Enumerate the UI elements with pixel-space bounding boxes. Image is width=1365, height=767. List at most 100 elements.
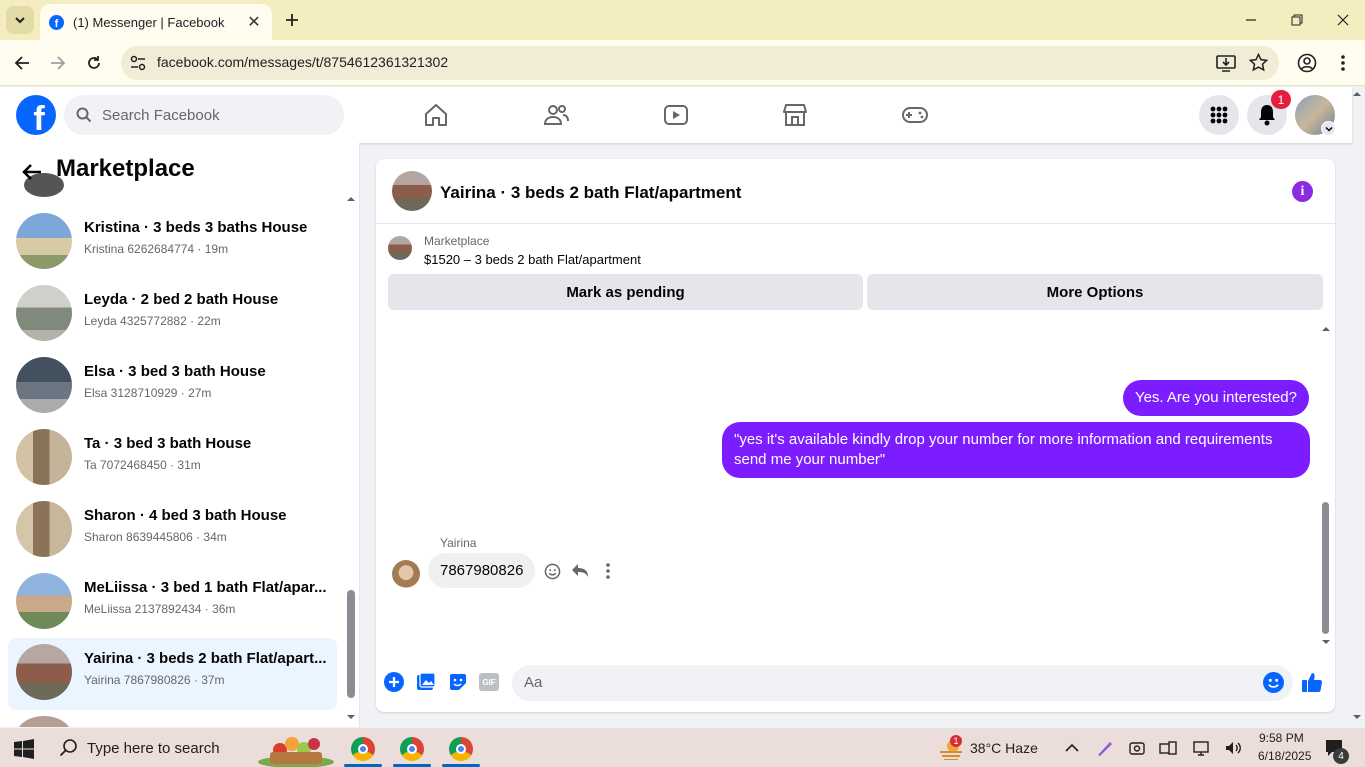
reload-button[interactable] [79,48,109,78]
facebook-logo[interactable]: f [16,95,56,135]
browser-tab[interactable]: f (1) Messenger | Facebook ✕ [40,4,272,40]
marketplace-nav-button[interactable] [775,99,815,131]
outgoing-message[interactable]: Yes. Are you interested? [1122,380,1309,416]
search-highlight-image[interactable] [256,732,336,767]
close-icon [1337,14,1349,26]
conversation-subtitle: MeLiissa 2137892434 · 36m [84,602,236,616]
browser-menu-icon[interactable] [1340,53,1346,73]
conversation-item[interactable]: Sharon · 4 bed 3 bath House Sharon 86394… [8,495,337,567]
photo-button[interactable] [415,671,437,693]
clock-time[interactable]: 9:58 PM [1259,731,1304,745]
taskbar-chrome-app[interactable] [346,732,380,766]
back-button[interactable] [18,158,46,186]
sidebar-scrollbar[interactable] [347,590,355,698]
taskbar-chrome-app[interactable] [395,732,429,766]
mark-as-pending-button[interactable]: Mark as pending [388,274,863,310]
pen-icon[interactable] [1096,739,1114,757]
device-icon[interactable] [1159,739,1177,757]
conversation-item[interactable]: Leyda · 2 bed 2 bath House Leyda 4325772… [8,279,337,351]
page-scroll-down-icon[interactable] [1352,713,1362,721]
clock-date[interactable]: 6/18/2025 [1258,749,1311,763]
more-options-button[interactable]: More Options [867,274,1323,310]
url-text[interactable]: facebook.com/messages/t/8754612361321302 [157,54,448,70]
notifications-badge: 1 [1271,90,1291,109]
close-window-button[interactable] [1320,4,1365,36]
taskbar-search-input[interactable]: Type here to search [87,740,220,757]
facebook-search-input[interactable]: Search Facebook [64,95,344,135]
conversation-item[interactable]: Kristina · 3 beds 3 baths House Kristina… [8,207,337,279]
sidebar-scroll-up-icon[interactable] [346,195,356,203]
more-actions-icon[interactable] [598,561,618,581]
chevron-down-icon [15,17,25,24]
listing-thumbnail [16,573,72,629]
marketplace-icon [783,104,807,126]
profile-icon[interactable] [1297,53,1317,73]
sticker-button[interactable] [447,671,469,693]
watch-nav-button[interactable] [656,99,696,131]
friends-icon [543,105,569,125]
sticker-icon [450,674,466,690]
windows-start-button[interactable] [14,739,34,759]
conversation-title: Elsa · 3 bed 3 bath House [84,363,266,380]
conversation-subtitle: Kristina 6262684774 · 19m [84,242,229,256]
arrow-left-icon [22,164,41,180]
chat-header-avatar[interactable] [392,171,432,211]
tab-close-icon[interactable]: ✕ [244,12,264,32]
incoming-message[interactable]: 7867980826 [428,553,536,588]
taskbar-chrome-app[interactable] [444,732,478,766]
tab-search-dropdown-button[interactable] [6,6,34,34]
menu-button[interactable] [1199,95,1239,135]
home-icon [425,104,447,126]
facebook-favicon-icon: f [49,14,64,30]
conversation-item-active[interactable]: Yairina · 3 beds 2 bath Flat/apart... Ya… [8,638,337,710]
messages-scrollbar[interactable] [1322,502,1329,634]
minimize-window-button[interactable] [1228,4,1274,36]
conversation-item[interactable]: Elsa · 3 bed 3 bath House Elsa 312871092… [8,351,337,423]
gaming-nav-button[interactable] [895,99,935,131]
restore-window-button[interactable] [1274,4,1320,36]
bookmark-star-icon[interactable] [1249,53,1268,72]
forward-button[interactable] [43,48,73,78]
network-icon[interactable] [1192,739,1210,757]
show-hidden-icons-chevron-icon[interactable] [1064,740,1080,756]
search-placeholder: Search Facebook [102,106,220,124]
tab-title: (1) Messenger | Facebook [73,14,225,30]
taskbar-search-icon[interactable] [59,738,79,758]
messages-scroll-up-icon[interactable] [1321,325,1331,333]
site-info-icon[interactable] [129,54,147,72]
messages-scroll-down-icon[interactable] [1321,638,1331,646]
reload-icon [88,56,100,69]
outgoing-message[interactable]: "yes it's available kindly drop your num… [722,422,1310,478]
meet-now-icon[interactable] [1128,739,1146,757]
install-app-icon[interactable] [1216,54,1236,72]
page-scroll-up-icon[interactable] [1352,90,1362,98]
home-nav-button[interactable] [416,99,456,131]
marketplace-label: Marketplace [424,234,490,248]
message-input-placeholder: Aa [524,674,543,691]
new-tab-button[interactable] [281,9,303,31]
account-chevron-icon[interactable] [1321,121,1336,136]
emoji-button[interactable] [1262,671,1284,693]
conversation-item[interactable]: Ta · 3 bed 3 bath House Ta 7072468450 · … [8,423,337,495]
react-smiley-icon[interactable] [542,561,562,581]
back-button[interactable] [7,48,37,78]
chat-title[interactable]: Yairina · 3 beds 2 bath Flat/apartment [440,183,741,203]
video-icon [664,105,688,125]
listing-summary[interactable]: $1520 – 3 beds 2 bath Flat/apartment [424,252,641,267]
volume-icon[interactable] [1224,739,1242,757]
add-attachment-button[interactable] [383,671,405,693]
message-input[interactable] [512,665,1293,701]
gif-button[interactable]: GIF [478,671,500,693]
conversation-subtitle: Sharon 8639445806 · 34m [84,530,227,544]
chrome-icon [400,737,424,761]
like-button[interactable] [1301,671,1323,693]
reply-icon[interactable] [570,561,590,581]
sender-avatar[interactable] [392,560,420,588]
info-icon[interactable]: i [1292,181,1313,202]
friends-nav-button[interactable] [536,99,576,131]
conversation-item[interactable]: MeLiissa · 3 bed 1 bath Flat/apar... MeL… [8,567,337,639]
listing-thumbnail [16,429,72,485]
minimize-icon [1246,19,1256,21]
sidebar-scroll-down-icon[interactable] [346,713,356,721]
weather-text[interactable]: 38°C Haze [970,740,1038,756]
